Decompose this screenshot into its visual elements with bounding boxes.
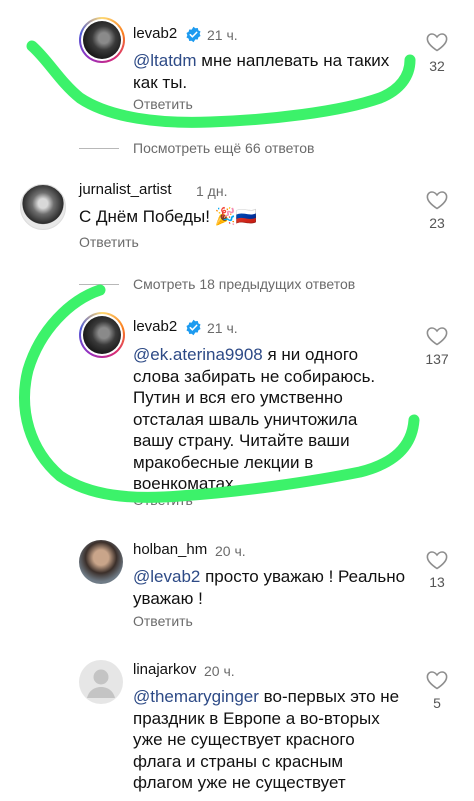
comment-username[interactable]: holban_hm (133, 541, 207, 558)
comment-username[interactable]: jurnalist_artist (79, 181, 172, 198)
comment-time: 20 ч. (215, 543, 246, 559)
comment-time: 21 ч. (207, 320, 238, 336)
heart-icon[interactable] (424, 548, 450, 572)
comment-levab2-2: levab2 21 ч. @ek.aterina9908 я ни одного… (0, 300, 474, 515)
verified-badge-icon (186, 26, 201, 43)
avatar (83, 316, 121, 354)
reply-button[interactable]: Ответить (133, 492, 193, 508)
divider (79, 147, 119, 149)
divider (79, 283, 119, 285)
avatar-story-ring[interactable] (79, 312, 125, 358)
comment-username[interactable]: linajarkov (133, 661, 196, 678)
comment-username[interactable]: levab2 (133, 25, 177, 42)
comment-text: @levab2 просто уважаю ! Реально уважаю ! (133, 567, 406, 608)
mention-link[interactable]: @ek.aterina9908 (133, 345, 263, 364)
avatar[interactable] (79, 660, 123, 704)
comment-text: @ek.aterina9908 я ни одного слова забира… (133, 345, 376, 493)
comment-holban-hm: holban_hm 20 ч. @levab2 просто уважаю ! … (0, 530, 474, 640)
heart-icon[interactable] (424, 324, 450, 348)
avatar-story-ring[interactable] (79, 17, 125, 63)
like-count: 5 (433, 695, 441, 711)
heart-icon[interactable] (424, 188, 450, 212)
like-count: 32 (429, 58, 445, 74)
comment-time: 20 ч. (204, 663, 235, 679)
avatar[interactable] (20, 184, 66, 230)
reply-button[interactable]: Ответить (133, 96, 193, 112)
view-previous-replies[interactable]: Смотреть 18 предыдущих ответов (79, 276, 355, 292)
comment-time: 1 дн. (196, 183, 228, 199)
comment-levab2-1: levab2 21 ч. @ltatdm мне наплевать на та… (0, 0, 474, 130)
comment-time: 21 ч. (207, 27, 238, 43)
comment-linajarkov: linajarkov 20 ч. @themaryginger во-первы… (0, 650, 474, 801)
like-count: 23 (429, 215, 445, 231)
avatar[interactable] (79, 540, 123, 584)
mention-link[interactable]: @levab2 (133, 567, 200, 586)
mention-link[interactable]: @ltatdm (133, 51, 197, 70)
heart-icon[interactable] (424, 668, 450, 692)
avatar-icon (87, 669, 115, 698)
avatar (83, 21, 121, 59)
comment-text: @themaryginger во-первых это не праздник… (133, 687, 400, 792)
like-count: 13 (429, 574, 445, 590)
view-more-replies-label: Посмотреть ещё 66 ответов (133, 140, 315, 156)
comment-jurnalist-artist: jurnalist_artist 1 дн. С Днём Победы! 🎉🇷… (0, 170, 474, 270)
comment-username[interactable]: levab2 (133, 318, 177, 335)
view-previous-replies-label: Смотреть 18 предыдущих ответов (133, 276, 356, 292)
view-more-replies[interactable]: Посмотреть ещё 66 ответов (79, 140, 314, 156)
mention-link[interactable]: @themaryginger (133, 687, 259, 706)
reply-button[interactable]: Ответить (133, 613, 193, 629)
comment-text: @ltatdm мне наплевать на таких как ты. (133, 51, 390, 92)
reply-button[interactable]: Ответить (79, 234, 139, 250)
verified-badge-icon (186, 319, 201, 336)
comment-text: С Днём Победы! 🎉🇷🇺 (79, 207, 257, 226)
like-count: 137 (425, 351, 449, 367)
heart-icon[interactable] (424, 30, 450, 54)
